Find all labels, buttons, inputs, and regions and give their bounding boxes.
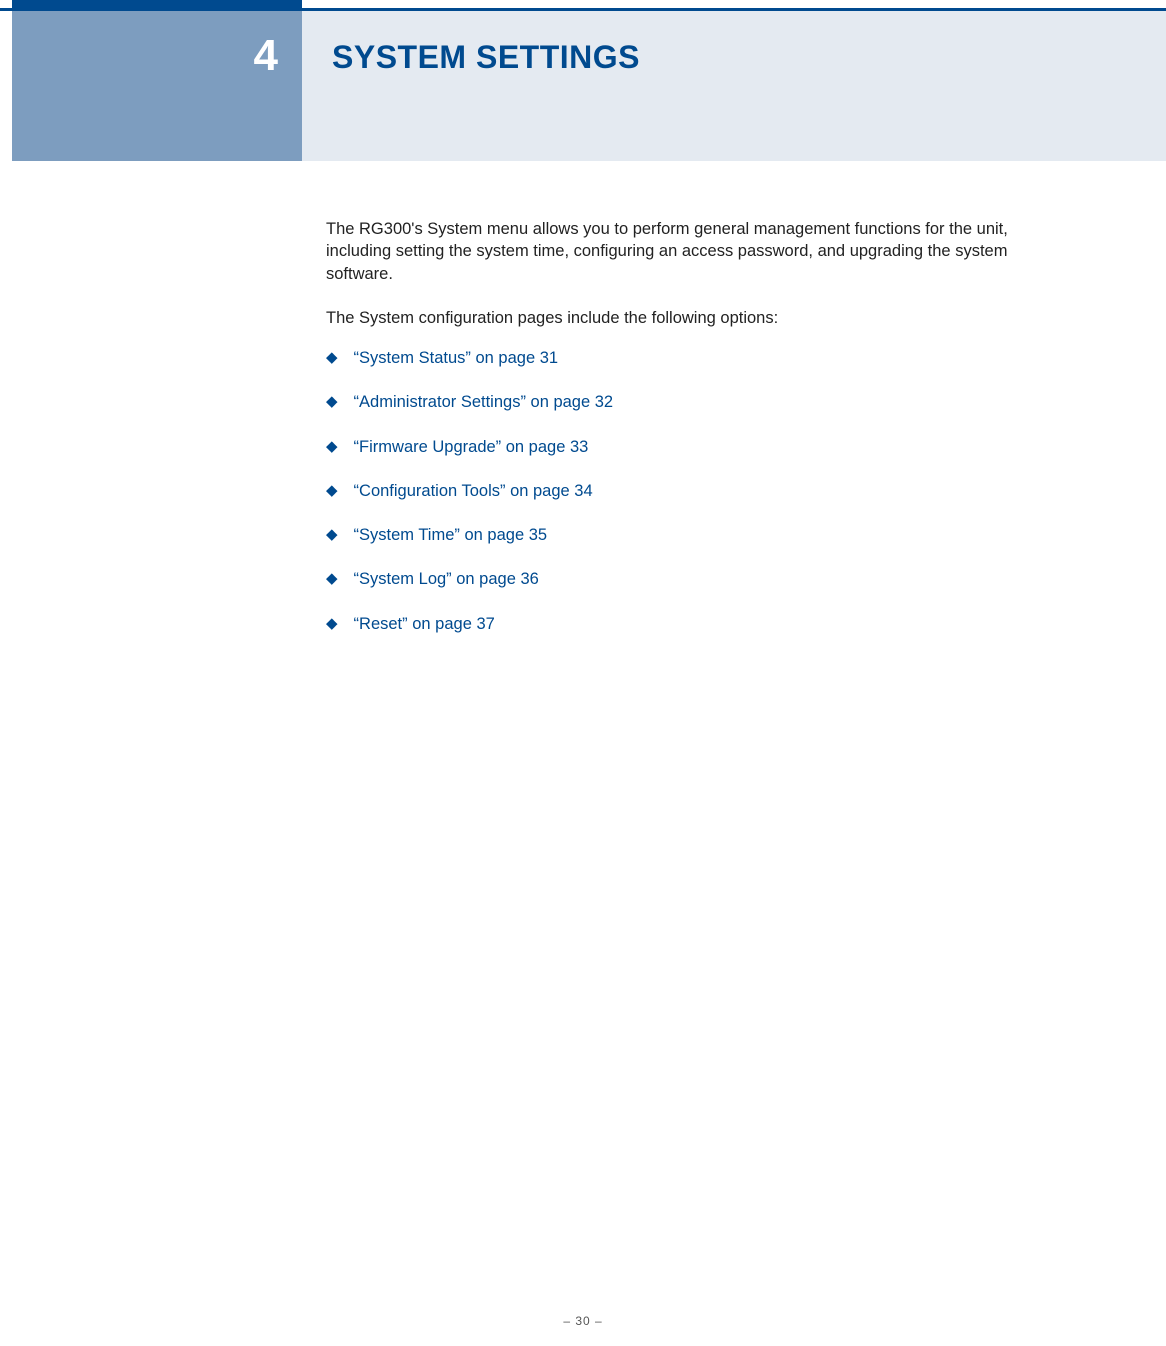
chapter-title-block: SYSTEM SETTINGS <box>302 11 1166 161</box>
bullet-link[interactable]: “System Time” on page 35 <box>354 524 548 546</box>
chapter-title: SYSTEM SETTINGS <box>332 39 640 76</box>
list-item: ◆ “System Log” on page 36 <box>326 568 1036 590</box>
bullet-link[interactable]: “Configuration Tools” on page 34 <box>354 480 593 502</box>
bullet-link[interactable]: “Administrator Settings” on page 32 <box>354 391 614 413</box>
list-item: ◆ “System Time” on page 35 <box>326 524 1036 546</box>
diamond-bullet-icon: ◆ <box>326 347 338 368</box>
bullet-link[interactable]: “System Status” on page 31 <box>354 347 559 369</box>
page-number: – 30 – <box>563 1314 602 1328</box>
list-item: ◆ “Administrator Settings” on page 32 <box>326 391 1036 413</box>
diamond-bullet-icon: ◆ <box>326 568 338 589</box>
bullet-list: ◆ “System Status” on page 31 ◆ “Administ… <box>326 347 1036 635</box>
bullet-link[interactable]: “Reset” on page 37 <box>354 613 495 635</box>
bullet-link[interactable]: “Firmware Upgrade” on page 33 <box>354 436 589 458</box>
lead-paragraph: The System configuration pages include t… <box>326 307 1036 329</box>
chapter-number: 4 <box>254 31 278 81</box>
chapter-number-block: 4 <box>12 11 302 161</box>
bullet-link[interactable]: “System Log” on page 36 <box>354 568 539 590</box>
diamond-bullet-icon: ◆ <box>326 524 338 545</box>
list-item: ◆ “System Status” on page 31 <box>326 347 1036 369</box>
list-item: ◆ “Reset” on page 37 <box>326 613 1036 635</box>
diamond-bullet-icon: ◆ <box>326 613 338 634</box>
diamond-bullet-icon: ◆ <box>326 480 338 501</box>
list-item: ◆ “Configuration Tools” on page 34 <box>326 480 1036 502</box>
list-item: ◆ “Firmware Upgrade” on page 33 <box>326 436 1036 458</box>
page-footer: – 30 – <box>0 1314 1166 1328</box>
page-content: The RG300's System menu allows you to pe… <box>326 218 1036 657</box>
diamond-bullet-icon: ◆ <box>326 391 338 412</box>
intro-paragraph: The RG300's System menu allows you to pe… <box>326 218 1036 285</box>
diamond-bullet-icon: ◆ <box>326 436 338 457</box>
